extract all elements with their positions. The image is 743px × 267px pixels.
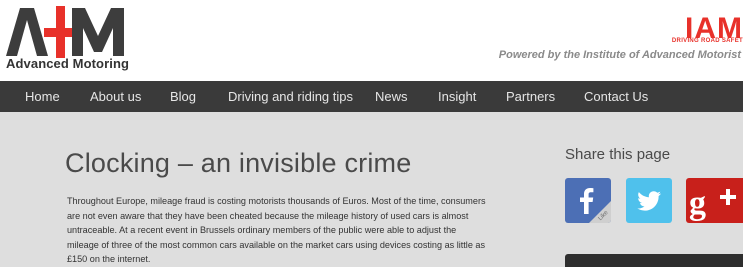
nav-item-about-us[interactable]: About us (90, 81, 141, 112)
share-title: Share this page (565, 146, 671, 163)
main-nav: Home About us Blog Driving and riding ti… (0, 81, 743, 112)
sidebar-dark-panel (565, 254, 743, 267)
am-logo[interactable]: Advanced Motoring (6, 6, 130, 72)
facebook-share-button[interactable]: Like (565, 178, 611, 223)
nav-item-contact-us[interactable]: Contact Us (584, 81, 648, 112)
google-plus-icon: g (689, 185, 736, 222)
am-logo-mark (6, 6, 124, 58)
page-title: Clocking – an invisible crime (65, 148, 412, 178)
site-header: Advanced Motoring IAM DRIVING ROAD SAFET… (0, 0, 743, 81)
svg-text:g: g (689, 185, 706, 222)
nav-item-home[interactable]: Home (25, 81, 60, 112)
article-body: Throughout Europe, mileage fraud is cost… (67, 196, 486, 265)
nav-item-blog[interactable]: Blog (170, 81, 196, 112)
content-area: Clocking – an invisible crime Throughout… (0, 112, 743, 267)
logo-text: Advanced Motoring (6, 56, 130, 71)
nav-item-driving-tips[interactable]: Driving and riding tips (228, 81, 353, 112)
nav-item-partners[interactable]: Partners (506, 81, 555, 112)
powered-by-text: Powered by the Institute of Advanced Mot… (498, 49, 741, 61)
google-plus-share-button[interactable]: g (686, 178, 743, 223)
nav-item-insight[interactable]: Insight (438, 81, 476, 112)
iam-tagline: DRIVING ROAD SAFET (671, 38, 743, 44)
twitter-icon (637, 191, 661, 211)
nav-item-news[interactable]: News (375, 81, 408, 112)
iam-logo[interactable]: IAM DRIVING ROAD SAFET (633, 14, 743, 45)
twitter-share-button[interactable] (626, 178, 672, 223)
